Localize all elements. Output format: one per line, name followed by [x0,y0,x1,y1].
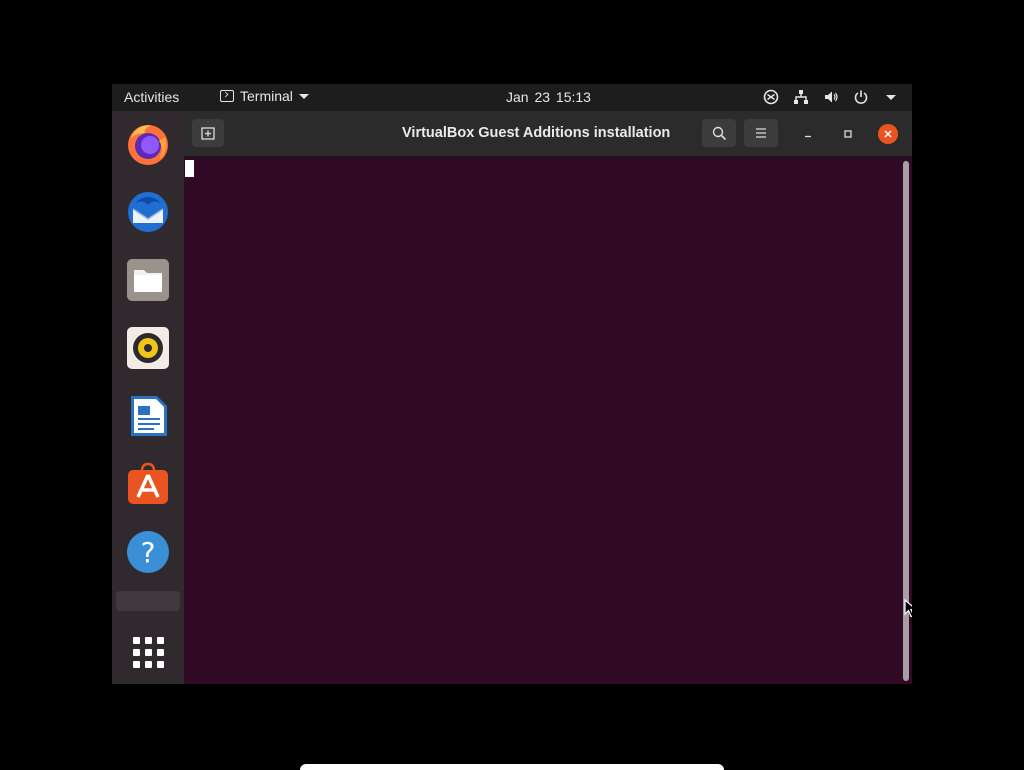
power-icon[interactable] [852,88,870,106]
app-menu-label: Terminal [240,88,293,104]
window-title: VirtualBox Guest Additions installation [402,125,671,141]
show-applications-grid-icon[interactable] [124,628,172,676]
rhythmbox-icon [127,327,169,369]
hamburger-menu-icon [756,128,766,138]
dock-item-help[interactable]: ? [124,528,172,576]
dock-item-ubuntu-software[interactable] [124,460,172,508]
dock-item-thunderbird[interactable] [124,188,172,236]
mouse-pointer-icon [904,599,912,618]
new-tab-button[interactable] [192,119,224,147]
host-bottom-bar [300,764,724,770]
dock-item-firefox[interactable] [124,120,172,168]
software-store-icon [128,462,168,504]
folder-icon [127,259,169,301]
window-titlebar[interactable]: VirtualBox Guest Additions installation [184,111,912,157]
app-menu-button[interactable]: Terminal [220,88,309,104]
dock-separator [116,591,180,611]
terminal-output-area[interactable] [184,157,912,684]
new-tab-icon [201,127,215,140]
terminal-window: VirtualBox Guest Additions installation [184,111,912,684]
volume-icon[interactable] [822,88,840,106]
dock-item-rhythmbox[interactable] [124,324,172,372]
search-button[interactable] [702,119,736,147]
system-tray[interactable] [762,88,900,106]
text-cursor [185,160,194,177]
clock[interactable]: Jan 23 15:13 [506,89,591,105]
close-button[interactable] [878,124,898,144]
activities-button[interactable]: Activities [124,89,179,105]
dock-item-files[interactable] [124,256,172,304]
accessibility-icon[interactable] [762,88,780,106]
chevron-down-icon [298,93,309,99]
search-icon [712,126,726,140]
top-panel: Activities Terminal Jan 23 15:13 [112,84,912,111]
firefox-icon [128,125,168,165]
hamburger-menu-button[interactable] [744,119,778,147]
dock: ? [112,111,184,684]
minimize-icon [805,135,811,138]
document-writer-icon [131,396,167,436]
maximize-button[interactable] [838,124,858,144]
svg-text:?: ? [141,536,156,569]
maximize-icon [844,130,852,138]
minimize-button[interactable] [798,124,818,144]
network-icon[interactable] [792,88,810,106]
thunderbird-icon [128,192,168,232]
desktop-screen: Activities Terminal Jan 23 15:13 ? Virtu… [112,84,912,684]
chevron-down-icon[interactable] [882,88,900,106]
terminal-icon [220,90,234,102]
close-icon [884,130,892,138]
dock-item-libreoffice-writer[interactable] [124,392,172,440]
help-icon: ? [127,531,169,573]
